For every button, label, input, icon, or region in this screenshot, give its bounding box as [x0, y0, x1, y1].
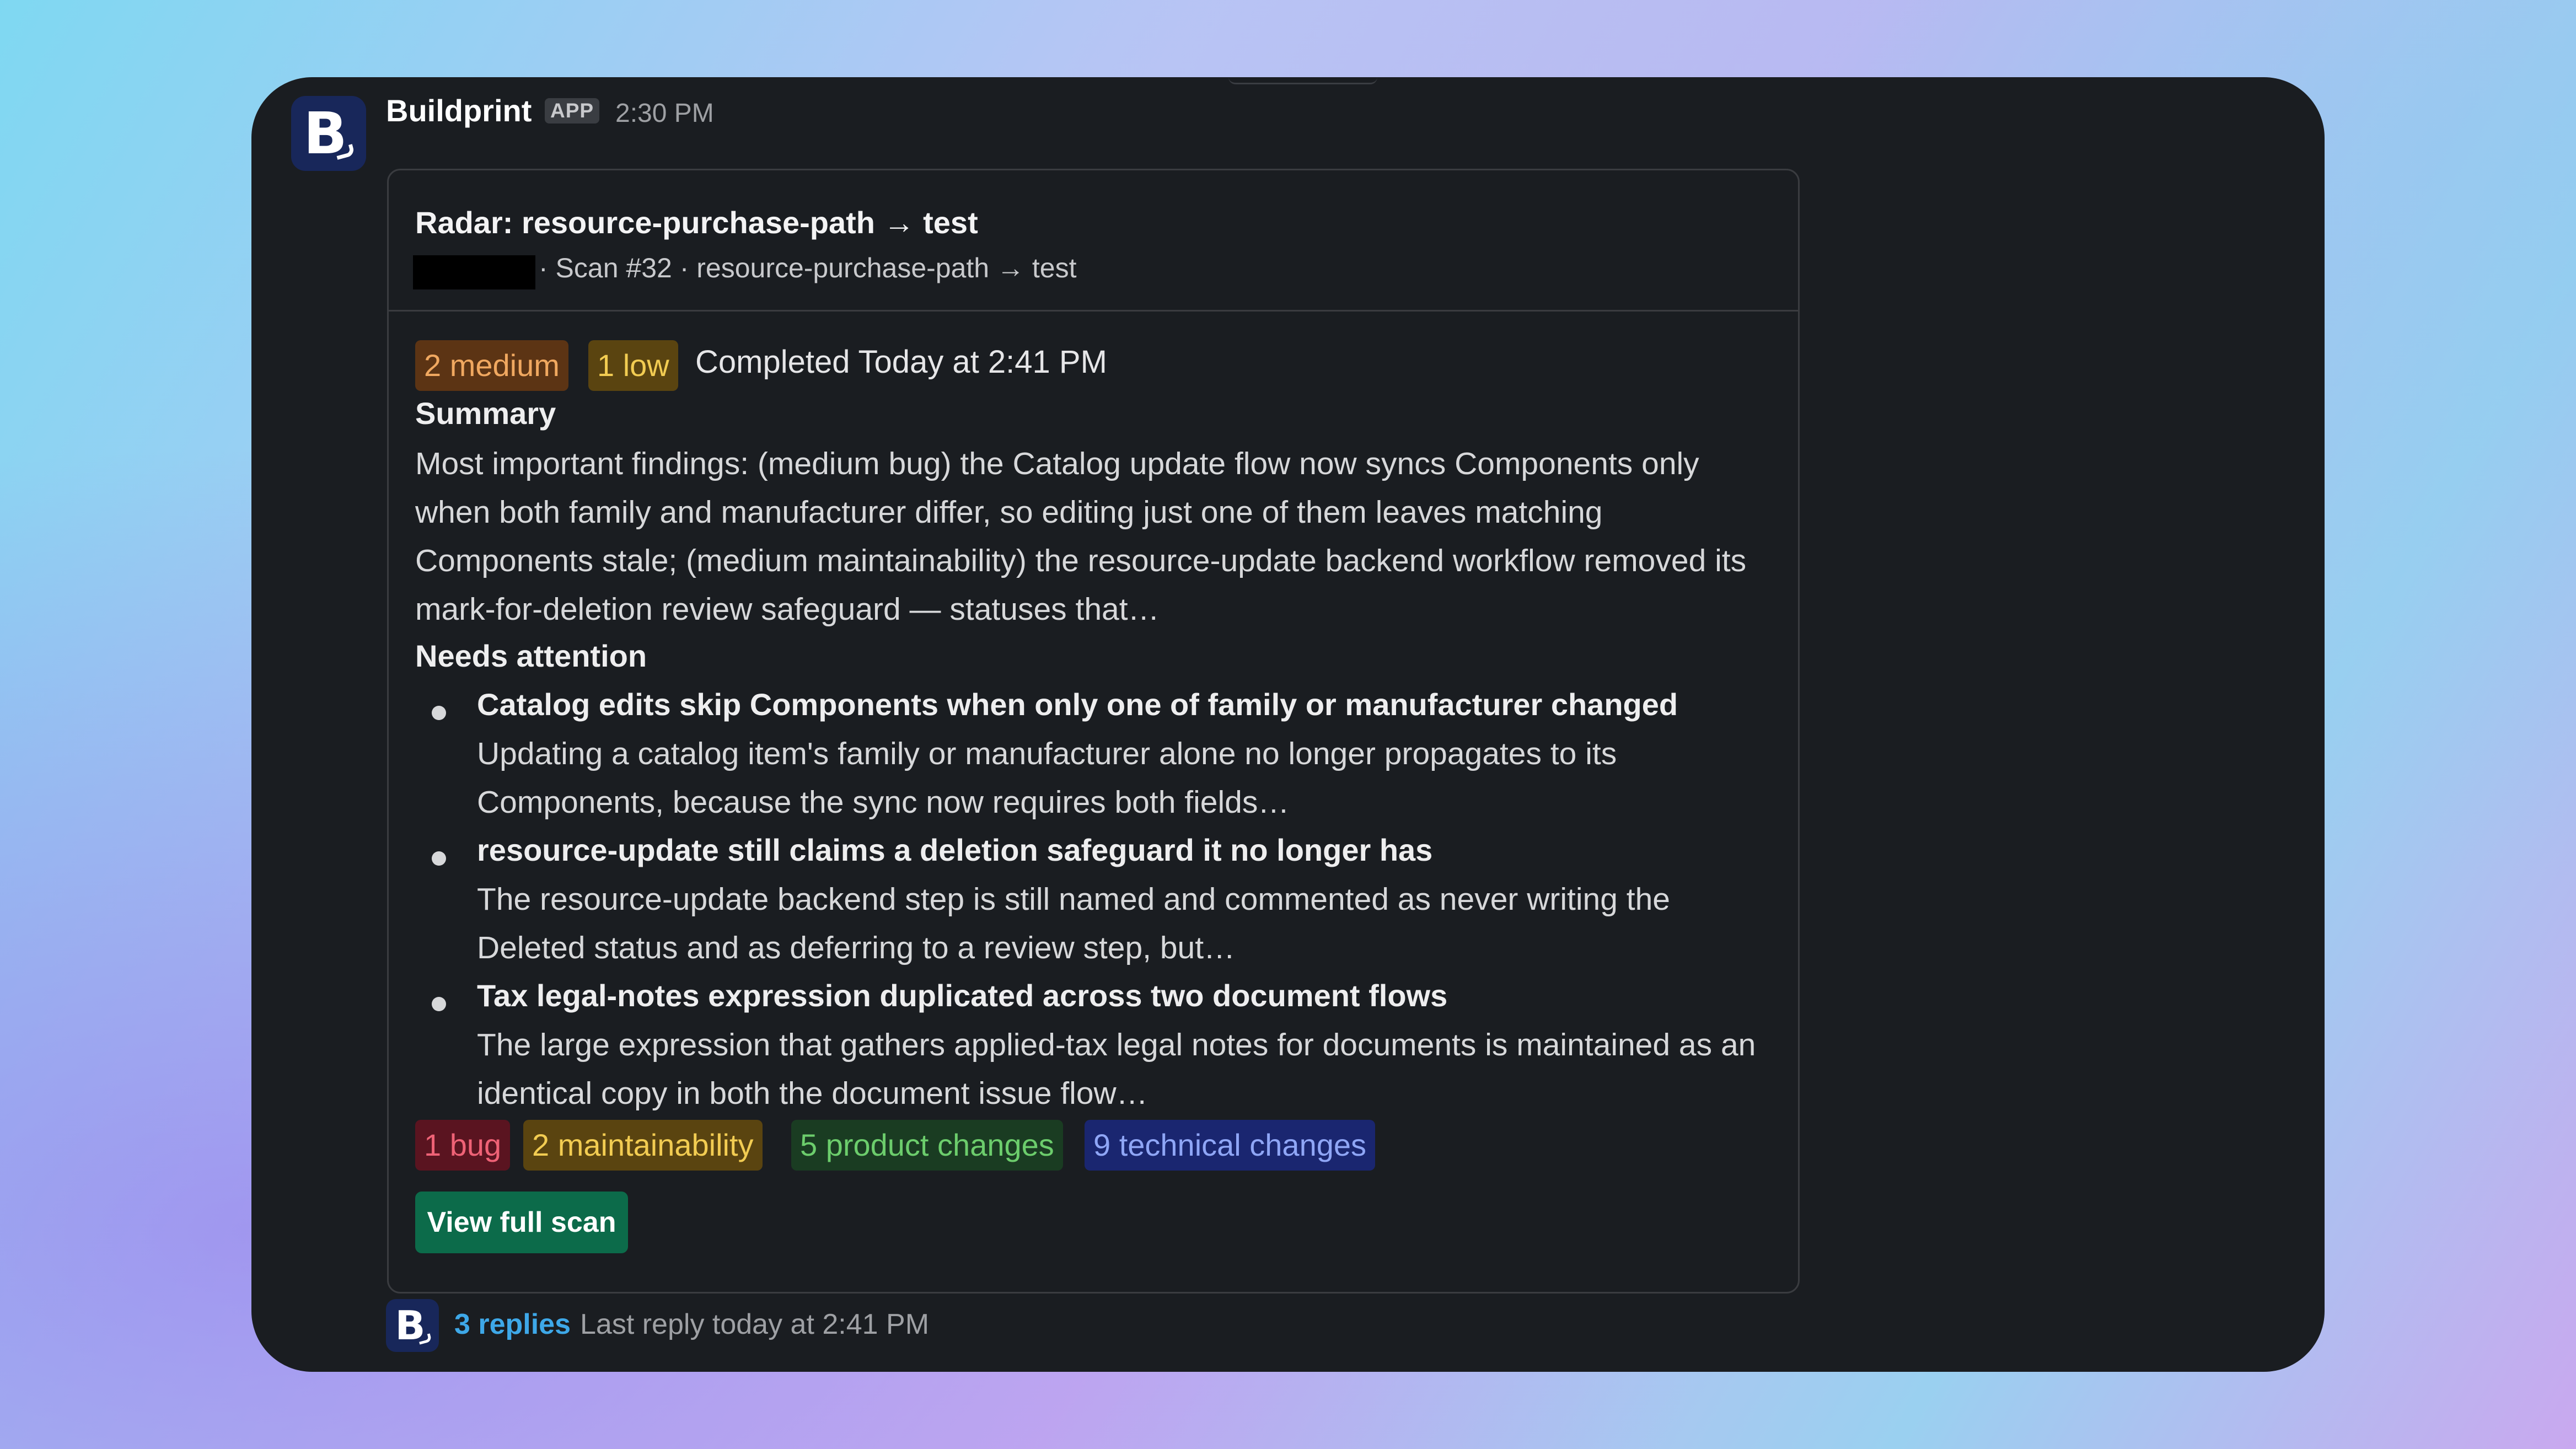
card-subtitle: · Scan #32 · resource-purchase-path → te… [539, 253, 1077, 283]
finding-title: Tax legal-notes expression duplicated ac… [477, 978, 1448, 1013]
needs-attention-heading: Needs attention [415, 638, 647, 673]
finding-description: The resource-update backend step is stil… [477, 882, 1670, 965]
card-header: Radar: resource-purchase-path → test · S… [389, 170, 1798, 312]
tag-maintainability: 2 maintainability [523, 1120, 763, 1171]
card-title: Radar: resource-purchase-path → test [415, 205, 978, 240]
tag-product-changes: 5 product changes [791, 1120, 1063, 1171]
severity-medium-badge: 2 medium [415, 340, 568, 391]
bullet-icon [432, 997, 446, 1011]
sender-avatar[interactable]: B [291, 96, 366, 171]
finding-title: resource-update still claims a deletion … [477, 833, 1433, 867]
last-reply-text: Last reply today at 2:41 PM [580, 1308, 930, 1340]
window-notch [1228, 77, 1377, 84]
summary-heading: Summary [415, 396, 556, 431]
bullet-icon [432, 706, 446, 720]
severity-low-badge: 1 low [588, 340, 678, 391]
finding-title: Catalog edits skip Components when only … [477, 687, 1678, 722]
redacted-block [413, 255, 535, 289]
summary-text: Most important findings: (medium bug) th… [415, 446, 1747, 627]
tag-technical-changes: 9 technical changes [1085, 1120, 1376, 1171]
replies-link[interactable]: 3 replies [454, 1308, 571, 1341]
finding-description: Updating a catalog item's family or manu… [477, 736, 1617, 820]
view-full-scan-button[interactable]: View full scan [415, 1192, 628, 1253]
app-badge: APP [545, 98, 600, 124]
reply-avatar[interactable]: B [386, 1299, 439, 1352]
message-timestamp[interactable]: 2:30 PM [615, 98, 714, 128]
scan-card: Radar: resource-purchase-path → test · S… [387, 169, 1800, 1294]
tag-bug: 1 bug [415, 1120, 511, 1171]
sender-name[interactable]: Buildprint [386, 93, 532, 128]
finding-description: The large expression that gathers applie… [477, 1027, 1756, 1111]
bullet-icon [432, 851, 446, 866]
completed-status: Completed Today at 2:41 PM [695, 344, 1107, 380]
